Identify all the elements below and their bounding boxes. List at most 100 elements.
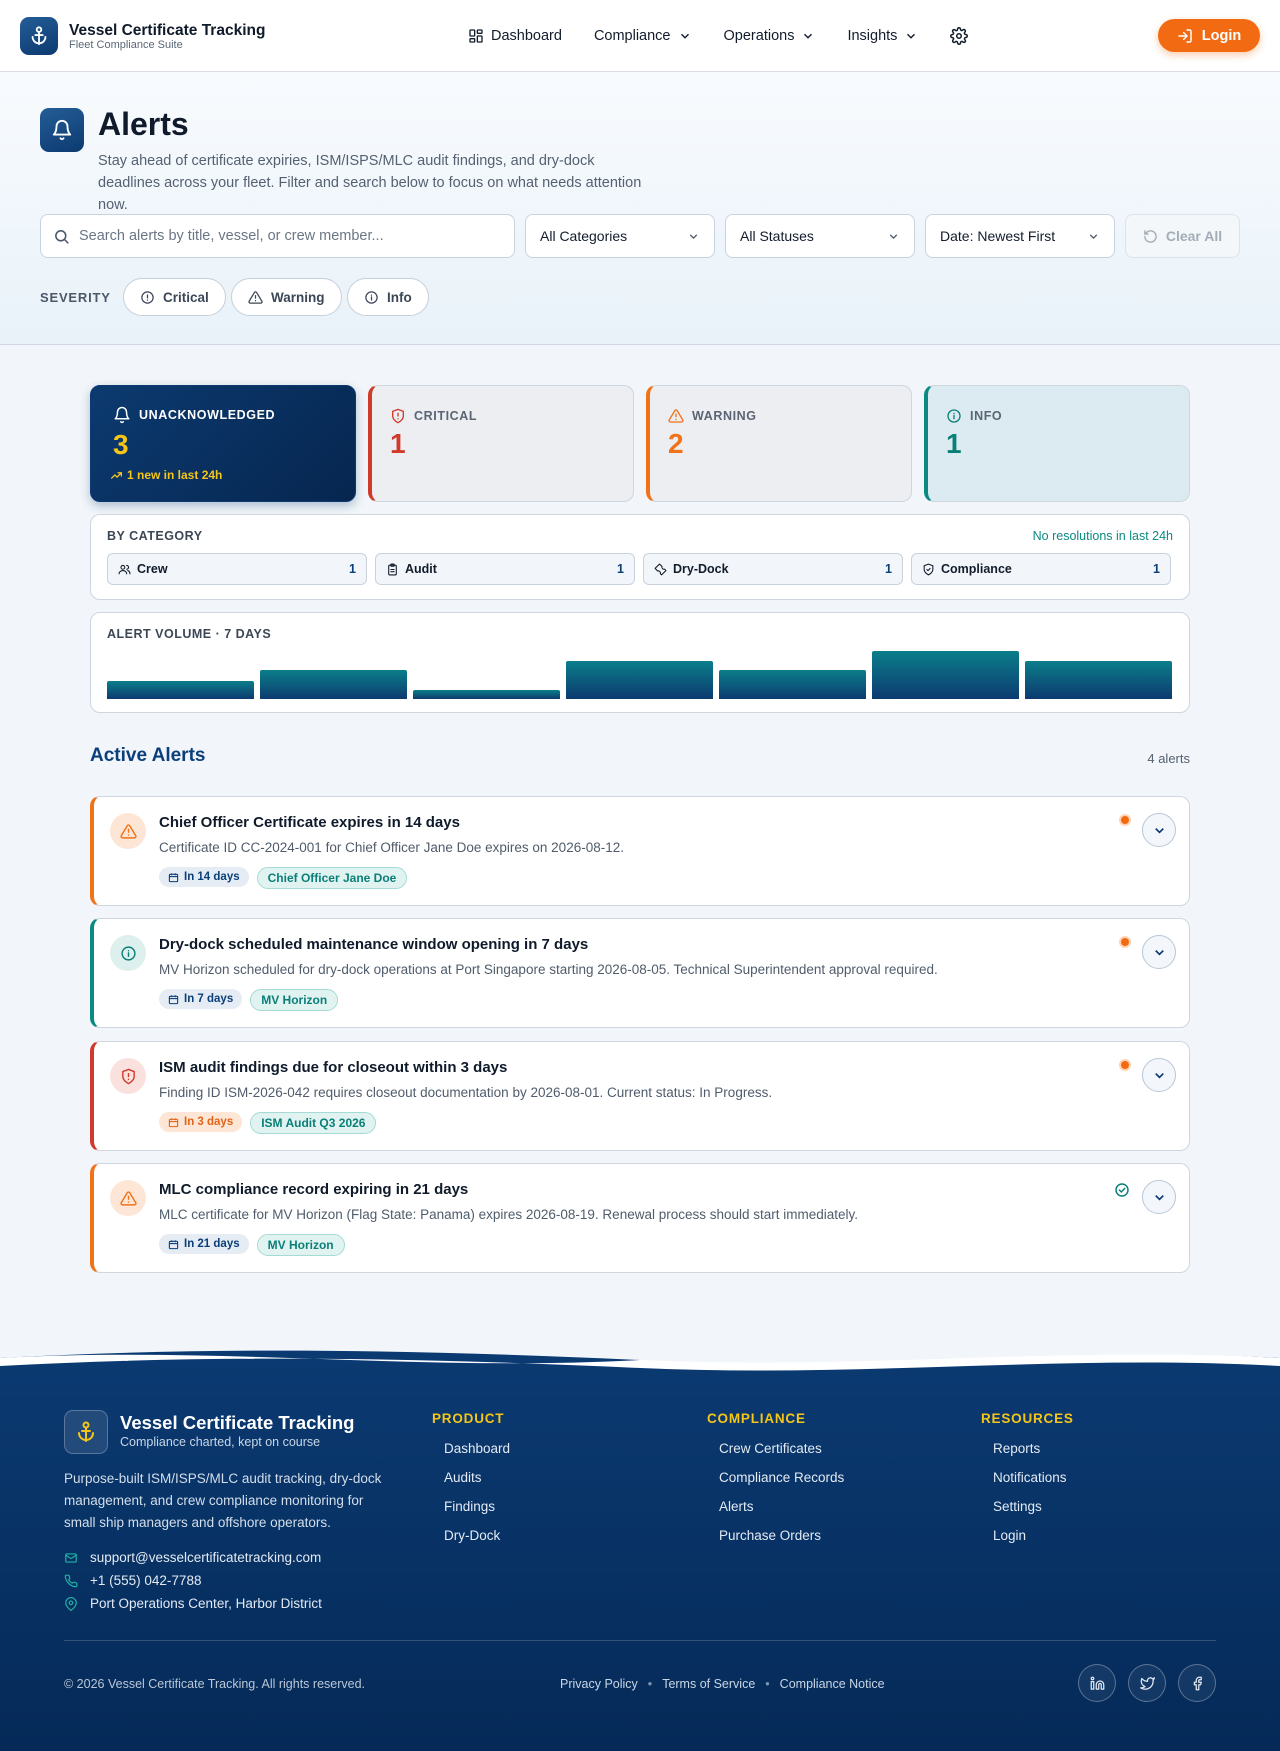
warning-triangle-icon: [668, 408, 684, 424]
entity-badge[interactable]: ISM Audit Q3 2026: [250, 1112, 377, 1134]
expand-button[interactable]: [1142, 813, 1176, 847]
footer-link[interactable]: Compliance Records: [719, 1470, 844, 1485]
stat-critical[interactable]: CRITICAL 1: [368, 385, 634, 502]
warning-triangle-icon: [110, 813, 146, 849]
users-icon: [118, 563, 131, 576]
login-button[interactable]: Login: [1158, 19, 1260, 52]
compliance-notice-link[interactable]: Compliance Notice: [780, 1677, 885, 1691]
stat-label: WARNING: [668, 408, 757, 424]
footer-link[interactable]: Crew Certificates: [719, 1441, 822, 1456]
footer-col-heading: RESOURCES: [981, 1411, 1074, 1426]
sort-select[interactable]: Date: Newest First: [925, 214, 1115, 258]
anchor-icon: [64, 1410, 108, 1454]
chip-label: Warning: [271, 289, 325, 305]
alert-title: Dry-dock scheduled maintenance window op…: [159, 936, 589, 953]
footer-address-text: Port Operations Center, Harbor District: [90, 1596, 322, 1611]
footer-link[interactable]: Dashboard: [444, 1441, 510, 1456]
footer-link[interactable]: Reports: [993, 1441, 1040, 1456]
search-input[interactable]: [79, 228, 499, 244]
nav-compliance[interactable]: Compliance: [578, 0, 708, 72]
linkedin-icon[interactable]: [1078, 1664, 1116, 1702]
reset-icon: [1143, 229, 1158, 244]
volume-bar: [566, 661, 713, 699]
chip-label: Info: [387, 289, 412, 305]
footer-link[interactable]: Settings: [993, 1499, 1042, 1514]
twitter-icon[interactable]: [1128, 1664, 1166, 1702]
severity-chip-info[interactable]: Info: [347, 278, 429, 316]
sort-select-value: Date: Newest First: [940, 228, 1056, 244]
category-select-value: All Categories: [540, 228, 628, 244]
category-select[interactable]: All Categories: [525, 214, 715, 258]
stat-value: 1: [390, 428, 406, 459]
due-text: In 21 days: [184, 1238, 240, 1250]
stat-value: 1: [946, 428, 962, 459]
footer-link[interactable]: Dry-Dock: [444, 1528, 500, 1543]
chevron-down-icon: [1152, 1068, 1167, 1083]
category-count: 1: [617, 562, 624, 576]
brand-title: Vessel Certificate Tracking: [69, 21, 266, 39]
nav-label: Insights: [847, 28, 898, 44]
footer-link[interactable]: Purchase Orders: [719, 1528, 821, 1543]
alert-card[interactable]: Chief Officer Certificate expires in 14 …: [90, 796, 1190, 906]
entity-badge[interactable]: MV Horizon: [250, 989, 339, 1011]
status-select-value: All Statuses: [740, 228, 814, 244]
unread-indicator: [1119, 936, 1131, 948]
page-title: Alerts: [98, 106, 189, 142]
category-pill-compliance[interactable]: Compliance 1: [911, 553, 1171, 585]
category-pill-dry-dock[interactable]: Dry-Dock 1: [643, 553, 903, 585]
facebook-icon[interactable]: [1178, 1664, 1216, 1702]
chevron-down-icon: [904, 29, 918, 43]
category-pill-crew[interactable]: Crew 1: [107, 553, 367, 585]
calendar-icon: [168, 1117, 179, 1128]
volume-bar: [872, 651, 1019, 699]
expand-button[interactable]: [1142, 1058, 1176, 1092]
expand-button[interactable]: [1142, 935, 1176, 969]
footer-email[interactable]: support@vesselcertificatetracking.com: [64, 1550, 321, 1565]
search-box[interactable]: [40, 214, 515, 258]
stat-unacknowledged[interactable]: UNACKNOWLEDGED 3 1 new in last 24h: [90, 385, 356, 502]
expand-button[interactable]: [1142, 1180, 1176, 1214]
alert-card[interactable]: ISM audit findings due for closeout with…: [90, 1041, 1190, 1151]
category-pill-audit[interactable]: Audit 1: [375, 553, 635, 585]
brand[interactable]: Vessel Certificate Tracking Fleet Compli…: [20, 17, 265, 55]
active-alerts-title: Active Alerts: [90, 745, 206, 766]
nav-insights[interactable]: Insights: [831, 0, 934, 72]
footer-link[interactable]: Findings: [444, 1499, 495, 1514]
nav-operations[interactable]: Operations: [708, 0, 832, 72]
chevron-down-icon: [1152, 945, 1167, 960]
stat-warning[interactable]: WARNING 2: [646, 385, 912, 502]
calendar-icon: [168, 1239, 179, 1250]
gear-icon[interactable]: [934, 0, 984, 72]
category-count: 1: [349, 562, 356, 576]
severity-chip-critical[interactable]: Critical: [123, 278, 226, 316]
status-select[interactable]: All Statuses: [725, 214, 915, 258]
footer-link[interactable]: Login: [993, 1528, 1026, 1543]
login-icon: [1177, 28, 1193, 44]
brand-subtitle: Fleet Compliance Suite: [69, 38, 183, 51]
stat-info[interactable]: INFO 1: [924, 385, 1190, 502]
footer-phone[interactable]: +1 (555) 042-7788: [64, 1573, 201, 1588]
separator-dot: •: [765, 1677, 770, 1691]
due-badge: In 14 days: [159, 867, 249, 887]
volume-heading: ALERT VOLUME · 7 DAYS: [107, 627, 272, 641]
footer-link[interactable]: Notifications: [993, 1470, 1067, 1485]
entity-badge[interactable]: MV Horizon: [256, 1234, 345, 1256]
entity-badge[interactable]: Chief Officer Jane Doe: [256, 867, 408, 889]
severity-chip-warning[interactable]: Warning: [231, 278, 342, 316]
mail-icon: [64, 1551, 78, 1565]
alert-circle-icon: [140, 290, 155, 305]
terms-link[interactable]: Terms of Service: [662, 1677, 755, 1691]
alert-card[interactable]: MLC compliance record expiring in 21 day…: [90, 1163, 1190, 1273]
volume-bar: [413, 690, 560, 699]
clear-all-button[interactable]: Clear All: [1125, 214, 1240, 258]
alert-card[interactable]: Dry-dock scheduled maintenance window op…: [90, 918, 1190, 1028]
footer-link[interactable]: Audits: [444, 1470, 482, 1485]
alert-title: Chief Officer Certificate expires in 14 …: [159, 814, 460, 831]
footer-link[interactable]: Alerts: [719, 1499, 754, 1514]
chip-label: Critical: [163, 289, 209, 305]
footer-copyright: © 2026 Vessel Certificate Tracking. All …: [64, 1677, 366, 1691]
clear-all-label: Clear All: [1165, 228, 1223, 244]
privacy-link[interactable]: Privacy Policy: [560, 1677, 638, 1691]
nav-dashboard[interactable]: Dashboard: [468, 0, 578, 72]
severity-label: SEVERITY: [40, 290, 111, 305]
